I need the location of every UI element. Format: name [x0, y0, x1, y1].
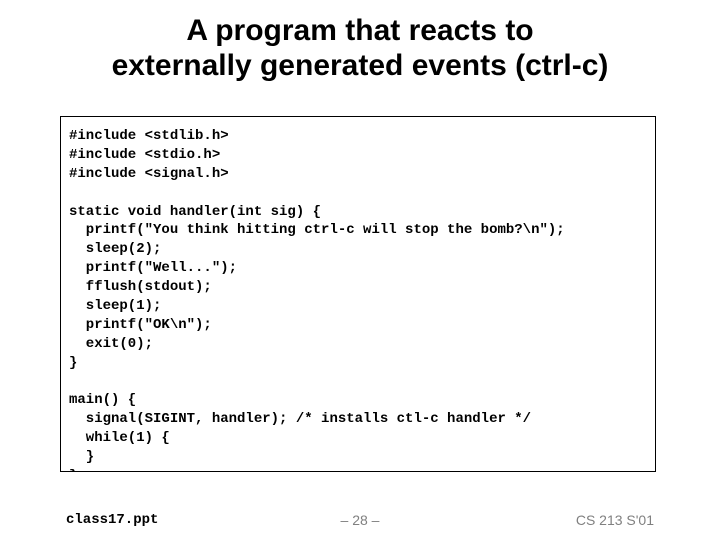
- footer: class17.ppt – 28 – CS 213 S'01: [0, 504, 720, 528]
- code-block: #include <stdlib.h> #include <stdio.h> #…: [60, 116, 656, 472]
- footer-course: CS 213 S'01: [576, 512, 654, 528]
- footer-page-number: – 28 –: [341, 512, 380, 528]
- slide: A program that reacts to externally gene…: [0, 0, 720, 540]
- slide-title: A program that reacts to externally gene…: [0, 14, 720, 83]
- footer-filename: class17.ppt: [66, 512, 158, 528]
